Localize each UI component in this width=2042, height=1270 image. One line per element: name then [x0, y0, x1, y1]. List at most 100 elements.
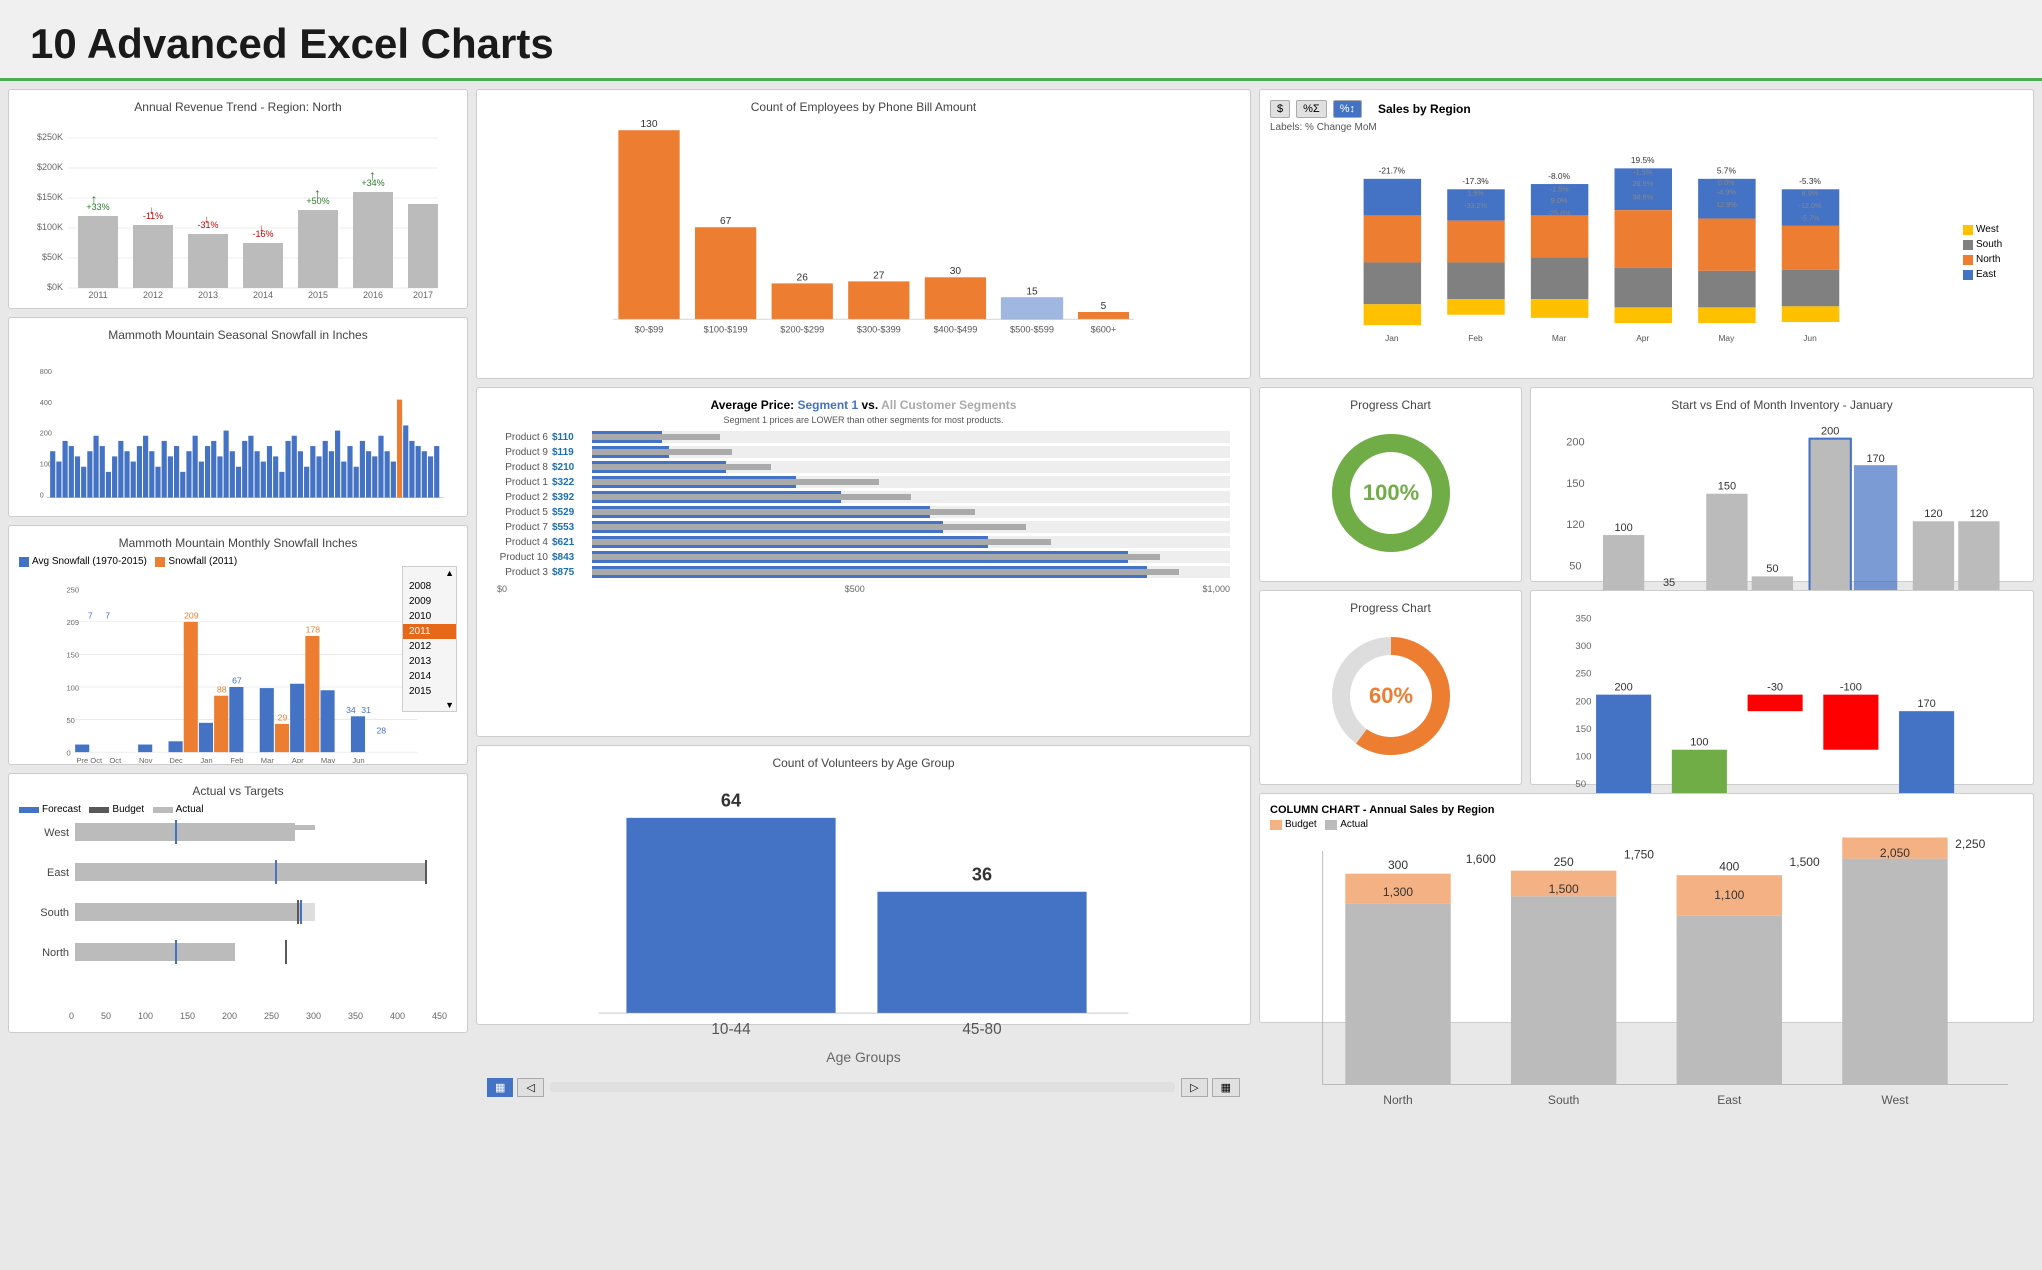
chart-nav-bar[interactable]: ▦ — [487, 1078, 513, 1097]
chart-nav-scroll[interactable]: ◁ — [517, 1078, 543, 1097]
year-2012[interactable]: 2012 — [403, 639, 456, 654]
progress-title-60: Progress Chart — [1270, 601, 1511, 615]
svg-text:Apr: Apr — [292, 756, 304, 763]
svg-text:50: 50 — [1766, 563, 1778, 575]
svg-text:↑: ↑ — [91, 191, 98, 207]
svg-text:-5.3%: -5.3% — [1799, 176, 1821, 186]
svg-text:West: West — [1881, 1093, 1909, 1107]
svg-text:$500-$599: $500-$599 — [1010, 324, 1054, 334]
svg-text:100%: 100% — [1362, 480, 1418, 505]
svg-text:7: 7 — [88, 610, 93, 620]
snowfall-seasonal-chart: Mammoth Mountain Seasonal Snowfall in In… — [8, 317, 468, 517]
svg-text:67: 67 — [720, 216, 732, 227]
chart-scrollbar[interactable] — [550, 1082, 1175, 1092]
svg-text:50: 50 — [1575, 779, 1586, 790]
svg-text:Dec: Dec — [169, 756, 183, 763]
toolbar-dollar[interactable]: $ — [1270, 100, 1290, 118]
page-title: 10 Advanced Excel Charts — [0, 0, 2042, 81]
svg-text:5: 5 — [1101, 301, 1107, 312]
svg-text:0: 0 — [40, 491, 44, 500]
sales-region-chart: $ %Σ %↕ Sales by Region Labels: % Change… — [1259, 89, 2034, 379]
svg-text:150: 150 — [1566, 478, 1584, 490]
svg-text:1,500: 1,500 — [1790, 855, 1820, 869]
svg-text:170: 170 — [1917, 698, 1935, 710]
svg-text:Mar: Mar — [1552, 333, 1567, 343]
svg-text:Jan: Jan — [200, 756, 212, 763]
svg-text:120: 120 — [1924, 508, 1942, 520]
svg-text:-12.0%: -12.0% — [1798, 201, 1822, 210]
svg-text:36: 36 — [972, 865, 992, 885]
svg-text:9.0%: 9.0% — [1551, 196, 1568, 205]
svg-text:45-80: 45-80 — [962, 1021, 1001, 1038]
svg-text:↓: ↓ — [149, 205, 154, 216]
svg-text:350: 350 — [1575, 614, 1591, 625]
svg-text:$100-$199: $100-$199 — [704, 324, 748, 334]
year-2009[interactable]: 2009 — [403, 594, 456, 609]
svg-text:-8.0%: -8.0% — [1548, 171, 1570, 181]
inventory-jan-chart: Start vs End of Month Inventory - Januar… — [1530, 387, 2034, 582]
svg-text:Jan: Jan — [1385, 333, 1399, 343]
svg-text:Oct: Oct — [109, 756, 122, 763]
annual-sales-chart: COLUMN CHART - Annual Sales by Region Bu… — [1259, 793, 2034, 1023]
svg-text:19.5%: 19.5% — [1631, 155, 1655, 165]
snowfall-seasonal-svg: 0 100 200 400 800 — [19, 348, 457, 508]
svg-text:$100K: $100K — [37, 222, 63, 232]
progress-chart-100: Progress Chart 100% — [1259, 387, 1522, 582]
svg-text:64: 64 — [721, 791, 741, 811]
svg-text:200: 200 — [1614, 682, 1632, 694]
svg-text:31: 31 — [361, 705, 371, 715]
year-2010[interactable]: 2010 — [403, 609, 456, 624]
svg-text:1,300: 1,300 — [1383, 885, 1413, 899]
svg-text:100: 100 — [1690, 737, 1708, 749]
year-2014[interactable]: 2014 — [403, 669, 456, 684]
left-column: Annual Revenue Trend - Region: North $0K… — [8, 89, 468, 1033]
toolbar-percent-change[interactable]: %↕ — [1333, 100, 1362, 118]
chart-nav-column[interactable]: ▦ — [1212, 1078, 1240, 1097]
targets-title: Actual vs Targets — [19, 784, 457, 798]
year-2013[interactable]: 2013 — [403, 654, 456, 669]
year-2008[interactable]: 2008 — [403, 579, 456, 594]
svg-text:Jun: Jun — [1803, 333, 1817, 343]
svg-text:150: 150 — [66, 650, 79, 659]
toolbar-percent-sum[interactable]: %Σ — [1296, 100, 1327, 118]
svg-text:-25.8%: -25.8% — [1548, 208, 1572, 217]
svg-text:200: 200 — [1575, 696, 1591, 707]
chart-nav-right[interactable]: ▷ — [1181, 1078, 1207, 1097]
svg-text:Age Groups: Age Groups — [826, 1049, 900, 1065]
svg-text:Mar: Mar — [261, 756, 275, 763]
svg-text:↑: ↑ — [314, 185, 321, 201]
svg-text:May: May — [321, 756, 336, 763]
svg-text:67: 67 — [232, 675, 242, 685]
dashboard: Annual Revenue Trend - Region: North $0K… — [0, 81, 2042, 1057]
svg-text:28: 28 — [376, 725, 386, 735]
volunteers-chart: Count of Volunteers by Age Group 64 36 1… — [476, 745, 1251, 1025]
volunteers-title: Count of Volunteers by Age Group — [487, 756, 1240, 770]
svg-text:Pre Oct: Pre Oct — [76, 756, 103, 763]
svg-text:-17.3%: -17.3% — [1462, 176, 1489, 186]
svg-text:150: 150 — [1575, 724, 1591, 735]
snowfall-monthly-title: Mammoth Mountain Monthly Snowfall Inches — [19, 536, 457, 550]
svg-text:35: 35 — [1663, 577, 1675, 589]
svg-text:400: 400 — [1719, 859, 1739, 873]
year-2011[interactable]: 2011 — [403, 624, 456, 639]
progress-chart-60: Progress Chart 60% — [1259, 590, 1522, 785]
year-2015[interactable]: 2015 — [403, 684, 456, 699]
svg-text:Feb: Feb — [230, 756, 243, 763]
svg-text:1,500: 1,500 — [1549, 882, 1579, 896]
svg-text:100: 100 — [66, 683, 79, 692]
volunteers-svg: 64 36 10-44 45-80 Age Groups — [487, 776, 1240, 1069]
svg-text:27: 27 — [873, 270, 885, 281]
svg-text:South: South — [1548, 1093, 1579, 1107]
svg-text:8.9%: 8.9% — [1802, 189, 1819, 198]
svg-text:-1.5%: -1.5% — [1633, 168, 1653, 177]
year-selector[interactable]: ▲ 2008 2009 2010 2011 2012 2013 2014 201… — [402, 566, 457, 712]
svg-text:200: 200 — [1566, 437, 1584, 449]
svg-text:-100: -100 — [1840, 682, 1862, 694]
svg-text:North: North — [1383, 1093, 1412, 1107]
revenue-svg: $0K $50K $100K $150K $200K $250K +33% ↑ — [19, 120, 457, 300]
svg-text:60%: 60% — [1368, 683, 1412, 708]
svg-text:-1.5%: -1.5% — [1550, 184, 1570, 193]
svg-text:-33.2%: -33.2% — [1464, 201, 1488, 210]
svg-text:↓: ↓ — [259, 223, 264, 234]
svg-text:1,600: 1,600 — [1466, 852, 1496, 866]
